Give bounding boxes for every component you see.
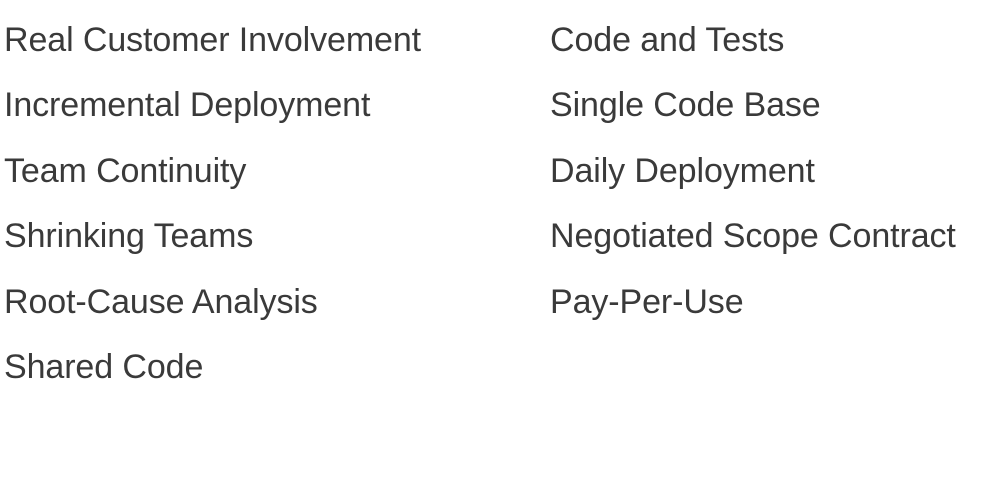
practice-item: Shared Code	[4, 347, 204, 386]
practice-item: Daily Deployment	[550, 151, 815, 190]
practice-item: Root-Cause Analysis	[4, 282, 318, 321]
practice-item: Team Continuity	[4, 151, 247, 190]
practice-item: Incremental Deployment	[4, 86, 371, 125]
practice-item: Code and Tests	[550, 21, 785, 59]
practice-item: Negotiated Scope Contract	[550, 217, 956, 256]
right-practice-column: Code and Tests Single Code Base Daily De…	[550, 8, 956, 335]
practice-item: Single Code Base	[550, 86, 821, 125]
practice-item: Pay-Per-Use	[550, 282, 744, 321]
left-practice-column: Real Customer Involvement Incremental De…	[4, 8, 421, 400]
practice-item: Real Customer Involvement	[4, 21, 422, 59]
practice-list-page: Real Customer Involvement Incremental De…	[0, 0, 999, 498]
practice-item: Shrinking Teams	[4, 217, 254, 256]
